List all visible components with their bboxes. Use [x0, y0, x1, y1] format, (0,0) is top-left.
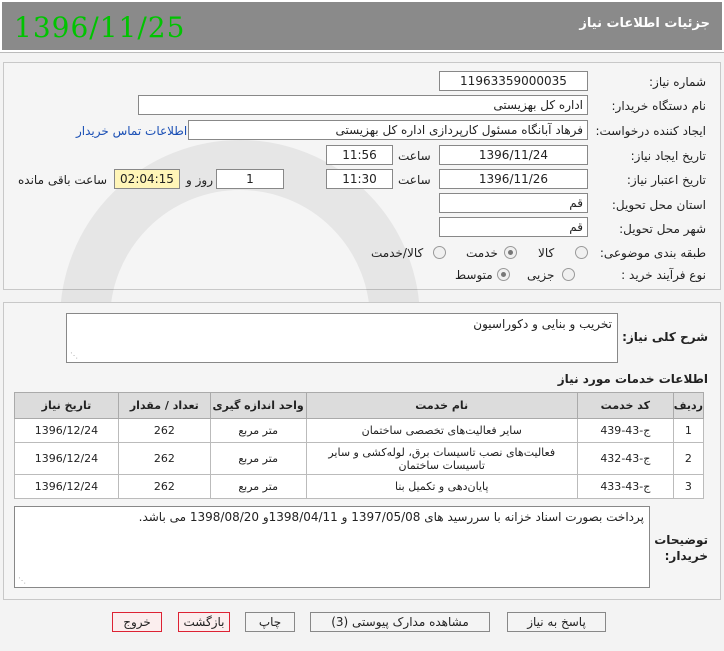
view-attachments-button[interactable]: مشاهده مدارک پیوستی (3): [310, 612, 490, 632]
table-cell: 1396/12/24: [14, 442, 119, 475]
validity-time-field: 11:30: [326, 169, 393, 189]
print-button[interactable]: چاپ: [245, 612, 295, 632]
summary-textarea[interactable]: تخریب و بنایی و دکوراسیون ⋰: [66, 313, 618, 363]
reply-button[interactable]: پاسخ به نیاز: [507, 612, 606, 632]
column-header: تعداد / مقدار: [117, 392, 211, 419]
process-medium-radio[interactable]: [497, 268, 510, 281]
table-cell: پایان‌دهی و تکمیل بنا: [305, 474, 578, 499]
summary-text: تخریب و بنایی و دکوراسیون: [473, 317, 612, 331]
table-cell: 2: [672, 442, 705, 475]
table-cell: 262: [117, 474, 211, 499]
table-cell: 262: [117, 418, 211, 443]
column-header: تاریخ نیاز: [14, 392, 119, 419]
days-remaining-field: 1: [216, 169, 284, 189]
days-label: روز و: [186, 173, 213, 187]
need-number-label: شماره نیاز:: [649, 75, 706, 89]
remaining-time-label: ساعت باقی مانده: [18, 173, 108, 187]
table-cell: 3: [672, 474, 705, 499]
services-table: ردیف کد خدمت نام خدمت واحد اندازه گیری ت…: [14, 392, 705, 499]
table-row: 1 ج-43-439 سایر فعالیت‌های تخصصی ساختمان…: [14, 418, 705, 443]
validity-time-label: ساعت: [398, 173, 431, 187]
column-header: واحد اندازه گیری: [209, 392, 307, 419]
table-cell: فعالیت‌های نصب تاسیسات برق، لوله‌کشی و س…: [305, 442, 578, 475]
need-number-field: 11963359000035: [439, 71, 588, 91]
table-row: 2 ج-43-432 فعالیت‌های نصب تاسیسات برق، ل…: [14, 442, 705, 475]
buyer-notes-textarea[interactable]: پرداخت بصورت اسناد خزانه با سررسید های 1…: [14, 506, 650, 588]
column-header: ردیف: [672, 392, 705, 419]
category-goods-radio[interactable]: [575, 246, 588, 259]
category-service-label: خدمت: [466, 246, 498, 260]
province-field: قم: [439, 193, 588, 213]
create-time-field: 11:56: [326, 145, 393, 165]
table-cell: ج-43-439: [576, 418, 674, 443]
process-minor-radio[interactable]: [562, 268, 575, 281]
buyer-notes-text: پرداخت بصورت اسناد خزانه با سررسید های 1…: [138, 510, 644, 524]
remaining-time-timer: 02:04:15: [114, 169, 180, 189]
header-date: 1396/11/25: [14, 11, 186, 44]
creator-label: ایجاد کننده درخواست:: [595, 124, 706, 138]
create-date-label: تاریخ ایجاد نیاز:: [630, 149, 706, 163]
table-cell: 1396/12/24: [14, 474, 119, 499]
table-cell: متر مربع: [209, 474, 307, 499]
exit-button[interactable]: خروج: [112, 612, 162, 632]
table-cell: 1396/12/24: [14, 418, 119, 443]
province-label: استان محل تحویل:: [611, 198, 706, 212]
validity-date-label: تاریخ اعتبار نیاز:: [626, 173, 706, 187]
category-goods-label: کالا: [538, 246, 555, 260]
table-cell: ج-43-433: [576, 474, 674, 499]
table-header-row: ردیف کد خدمت نام خدمت واحد اندازه گیری ت…: [14, 392, 705, 419]
city-field: قم: [439, 217, 588, 237]
table-cell: 262: [117, 442, 211, 475]
services-section-title: اطلاعات خدمات مورد نیاز: [557, 372, 708, 386]
page-title: جزئیات اطلاعات نیاز: [579, 16, 710, 31]
back-button[interactable]: بازگشت: [178, 612, 230, 632]
category-service-radio[interactable]: [504, 246, 517, 259]
city-label: شهر محل تحویل:: [619, 222, 706, 236]
table-cell: متر مربع: [209, 442, 307, 475]
table-cell: 1: [672, 418, 705, 443]
resize-grip-icon[interactable]: ⋰: [18, 576, 26, 585]
creator-field: فرهاد آبانگاه مسئول کارپردازی اداره کل ب…: [188, 120, 588, 140]
table-cell: ج-43-432: [576, 442, 674, 475]
buyer-org-label: نام دستگاه خریدار:: [611, 99, 707, 113]
buyer-notes-label: توضیحات خریدار:: [654, 533, 708, 563]
buyer-contact-link[interactable]: اطلاعات تماس خریدار: [76, 124, 187, 138]
process-minor-label: جزیی: [527, 268, 555, 282]
column-header: نام خدمت: [305, 392, 578, 419]
table-cell: متر مربع: [209, 418, 307, 443]
category-label: طبقه بندی موضوعی:: [599, 246, 706, 260]
process-medium-label: متوسط: [455, 268, 493, 282]
create-time-label: ساعت: [398, 149, 431, 163]
table-cell: سایر فعالیت‌های تخصصی ساختمان: [305, 418, 578, 443]
buyer-org-field: اداره کل بهزیستی: [138, 95, 588, 115]
column-header: کد خدمت: [576, 392, 674, 419]
create-date-field: 1396/11/24: [439, 145, 588, 165]
category-both-radio[interactable]: [433, 246, 446, 259]
page-header: 1396/11/25 جزئیات اطلاعات نیاز: [0, 0, 724, 53]
table-row: 3 ج-43-433 پایان‌دهی و تکمیل بنا متر مرب…: [14, 474, 705, 499]
category-both-label: کالا/خدمت: [371, 246, 424, 260]
validity-date-field: 1396/11/26: [439, 169, 588, 189]
summary-label: شرح کلی نیاز:: [622, 330, 708, 344]
process-label: نوع فرآیند خرید :: [621, 268, 706, 282]
resize-grip-icon[interactable]: ⋰: [70, 351, 78, 360]
